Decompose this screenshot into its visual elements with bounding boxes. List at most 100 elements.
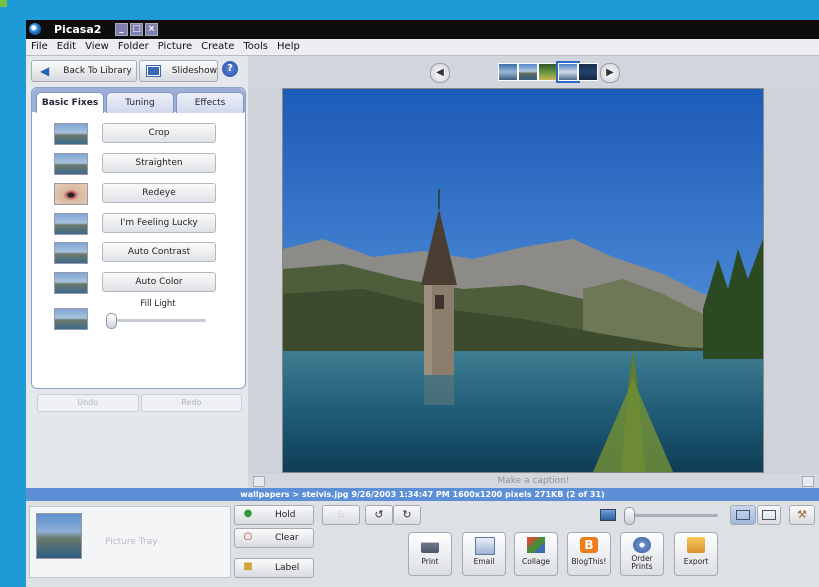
fix-row: Auto Color [32,269,245,295]
crop-thumb [54,123,88,145]
tools-icon: ⚒ [797,508,807,521]
clear-button[interactable]: ○ Clear [234,528,314,548]
auto-color-button[interactable]: Auto Color [102,272,216,292]
star-icon: ☆ [336,508,346,521]
label-button[interactable]: ■ Label [234,558,314,578]
compare-view-icon [762,510,776,520]
fix-row: Auto Contrast [32,239,245,265]
fix-row: Redeye [32,180,245,206]
redeye-button[interactable]: Redeye [102,183,216,203]
contrast-thumb [54,242,88,264]
filmstrip-thumb[interactable] [518,63,538,81]
email-button[interactable]: Email [462,532,506,576]
menu-tools[interactable]: Tools [238,39,272,55]
fix-row: I'm Feeling Lucky [32,210,245,236]
order-prints-button[interactable]: Order Prints [620,532,664,576]
export-button[interactable]: Export [674,532,718,576]
fill-light-thumb [54,308,88,330]
menu-folder[interactable]: Folder [113,39,153,55]
picasa-window: Picasa2 _ □ × File Edit View Folder Pict… [26,20,819,587]
slideshow-icon [146,65,161,77]
zoom-slider[interactable] [624,507,635,525]
tab-basic-fixes[interactable]: Basic Fixes [36,92,104,113]
blogger-icon: B [580,537,598,553]
menu-picture[interactable]: Picture [153,39,196,55]
collage-icon [527,537,545,553]
star-button[interactable]: ☆ [322,505,360,525]
caption-left-icon[interactable] [253,476,265,487]
email-icon [475,537,495,555]
filmstrip-thumb[interactable] [578,63,598,81]
redo-button[interactable]: Redo [140,394,242,412]
close-button[interactable]: × [145,23,158,36]
help-icon[interactable]: ? [222,61,238,77]
arrow-left-icon: ◀ [40,64,50,78]
fill-light-row: Fill Light [32,299,245,339]
redeye-thumb [54,183,88,205]
hold-icon: ● [243,508,253,519]
previous-photo-button[interactable]: ◀ [430,63,450,83]
auto-contrast-button[interactable]: Auto Contrast [102,242,216,262]
fill-light-track [110,319,206,322]
rotate-right-icon: ↻ [402,508,412,521]
arrow-right-icon: ▶ [606,67,614,78]
fill-light-slider[interactable] [106,313,117,329]
caption-right-icon[interactable] [802,476,814,487]
hold-button[interactable]: ● Hold [234,505,314,525]
print-button[interactable]: Print [408,532,452,576]
caption-bar: Make a caption! [248,474,819,488]
menu-view[interactable]: View [80,39,113,55]
next-photo-button[interactable]: ▶ [600,63,620,83]
blogthis-button[interactable]: B BlogThis! [567,532,611,576]
picasa-logo-icon [29,23,41,35]
rotate-left-button[interactable]: ↺ [365,505,393,525]
tab-effects[interactable]: Effects [176,92,244,113]
collage-button[interactable]: Collage [514,532,558,576]
maximize-button[interactable]: □ [130,23,143,36]
tray-thumbnail[interactable] [36,513,82,559]
menu-create[interactable]: Create [196,39,238,55]
photo-viewer [248,88,819,474]
rotate-left-icon: ↺ [374,508,384,521]
tools-button[interactable]: ⚒ [789,505,815,525]
back-to-library-button[interactable]: ◀ Back To Library [31,60,137,82]
tab-row: Basic Fixes Tuning Effects [32,88,245,113]
tab-tuning[interactable]: Tuning [106,92,174,113]
minimize-button[interactable]: _ [115,23,128,36]
filmstrip-thumb[interactable] [538,63,558,81]
menu-file[interactable]: File [26,39,52,55]
straighten-thumb [54,153,88,175]
fix-row: Straighten [32,150,245,176]
color-thumb [54,272,88,294]
status-bar: wallpapers > steivis.jpg 9/26/2003 1:34:… [26,488,819,501]
window-title: Picasa2 [54,23,102,36]
menu-help[interactable]: Help [272,39,304,55]
filmstrip-thumb[interactable] [498,63,518,81]
corner-accent [0,0,7,7]
edit-panel: ◀ Back To Library Slideshow ? Basic Fixe… [26,56,248,496]
rotate-right-button[interactable]: ↻ [393,505,421,525]
fix-row: Crop [32,120,245,146]
fix-tabs-panel: Basic Fixes Tuning Effects Crop Straight… [31,87,246,412]
undo-redo-row: Undo Redo [37,394,242,412]
view-compare-button[interactable] [757,505,781,525]
picture-tray-label: Picture Tray [105,537,158,547]
view-single-button[interactable] [730,505,756,525]
menu-edit[interactable]: Edit [52,39,80,55]
photo-lake-church-tower [282,88,764,473]
zoom-landscape-icon [600,509,616,521]
export-icon [687,537,705,553]
zoom-track [630,514,718,517]
arrow-left-icon: ◀ [436,67,444,78]
crop-button[interactable]: Crop [102,123,216,143]
straighten-button[interactable]: Straighten [102,153,216,173]
slideshow-button[interactable]: Slideshow [139,60,218,82]
single-view-icon [736,510,750,520]
feeling-lucky-button[interactable]: I'm Feeling Lucky [102,213,216,233]
caption-input[interactable]: Make a caption! [498,476,570,486]
filmstrip-thumb-selected[interactable] [556,61,580,83]
undo-button[interactable]: Undo [37,394,139,412]
bottom-toolbar: Picture Tray ● Hold ○ Clear ■ Label ☆ ↺ … [26,501,819,587]
title-bar: Picasa2 _ □ × [26,20,819,39]
filmstrip-bar: ◀ ▶ [248,56,819,88]
